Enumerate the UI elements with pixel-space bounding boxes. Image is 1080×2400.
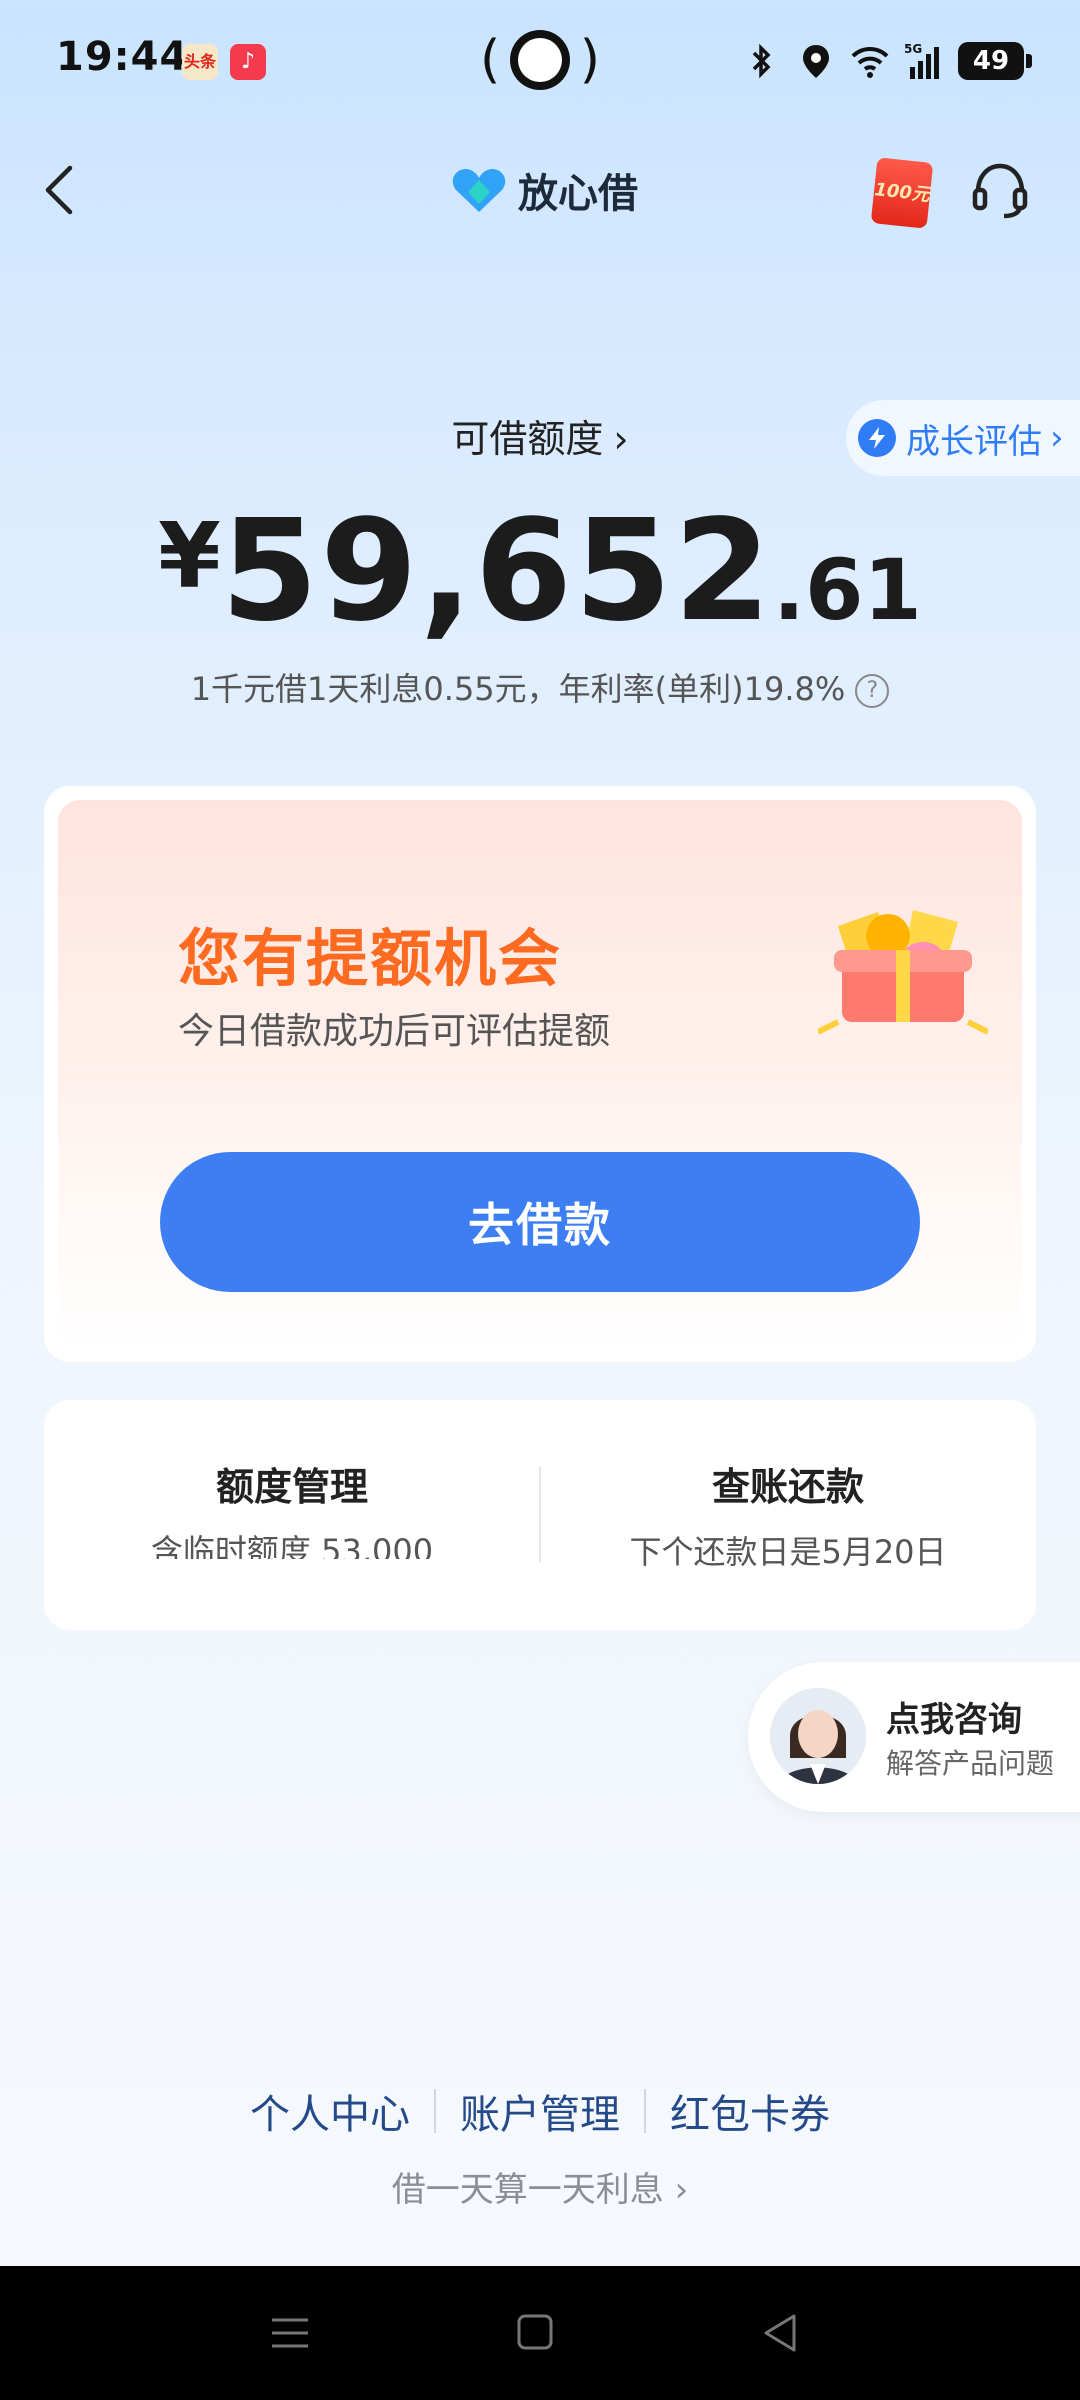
status-icons: 5G 49 bbox=[742, 36, 1032, 86]
slogan-link[interactable]: 借一天算一天利息 › bbox=[0, 2162, 1080, 2211]
consult-subtitle: 解答产品问题 bbox=[886, 1747, 1055, 1780]
menu-icon[interactable] bbox=[260, 2308, 320, 2358]
brand-logo: 放心借 bbox=[450, 160, 638, 220]
quota-amount: ¥59,652.61 bbox=[158, 490, 922, 653]
link-account-management[interactable]: 账户管理 bbox=[436, 2082, 644, 2140]
status-time: 19:44 bbox=[56, 34, 189, 80]
system-nav-bar bbox=[0, 2266, 1080, 2400]
location-icon bbox=[803, 45, 829, 78]
link-personal-center[interactable]: 个人中心 bbox=[226, 2082, 434, 2140]
interest-rate-text: 1千元借1天利息0.55元，年利率(单利)19.8%? bbox=[0, 664, 1080, 710]
promo-subtitle: 今日借款成功后可评估提额 bbox=[178, 1011, 611, 1052]
bluetooth-icon bbox=[752, 43, 771, 79]
bill-repayment-sub: 下个还款日是5月20日 bbox=[629, 1533, 947, 1571]
brand-name: 放心借 bbox=[518, 171, 638, 217]
wifi-icon bbox=[851, 46, 889, 78]
quota-management-title: 额度管理 bbox=[215, 1465, 368, 1509]
status-bar: 19:44 头条 ♪ () 5G 49 bbox=[0, 0, 1080, 124]
agent-avatar bbox=[770, 1688, 866, 1784]
music-app-icon: ♪ bbox=[230, 44, 266, 80]
toutiao-app-icon: 头条 bbox=[182, 44, 218, 80]
account-info-card: 额度管理 含临时额度 53,000 查账还款 下个还款日是5月20日 bbox=[44, 1400, 1036, 1630]
heart-logo-icon bbox=[452, 168, 506, 212]
back-icon[interactable] bbox=[750, 2308, 810, 2358]
bill-repayment-title: 查账还款 bbox=[711, 1465, 864, 1509]
customer-service-icon[interactable] bbox=[970, 160, 1030, 220]
quota-management-sub: 含临时额度 53,000 bbox=[150, 1532, 434, 1559]
home-icon[interactable] bbox=[505, 2308, 565, 2358]
camera-island: () bbox=[480, 30, 600, 90]
quota-management-entry[interactable]: 额度管理 含临时额度 53,000 bbox=[44, 1456, 540, 1559]
red-packet-icon[interactable]: 100元 bbox=[870, 157, 934, 229]
promo-card: 您有提额机会 今日借款成功后可评估提额 去借款 bbox=[44, 786, 1036, 1362]
bill-repayment-entry[interactable]: 查账还款 下个还款日是5月20日 bbox=[540, 1456, 1036, 1573]
consult-title: 点我咨询 bbox=[886, 1700, 1022, 1740]
lightning-icon bbox=[858, 419, 896, 457]
consult-bubble[interactable]: 点我咨询 解答产品问题 bbox=[748, 1662, 1080, 1812]
back-arrow-icon[interactable] bbox=[36, 160, 86, 220]
link-coupons[interactable]: 红包卡券 bbox=[646, 2082, 854, 2140]
svg-text:5G: 5G bbox=[904, 42, 922, 56]
footer-links: 个人中心 账户管理 红包卡券 bbox=[0, 2082, 1080, 2140]
growth-assessment-button[interactable]: 成长评估 › bbox=[846, 400, 1080, 476]
growth-label: 成长评估 bbox=[906, 421, 1042, 462]
borrow-button[interactable]: 去借款 bbox=[160, 1152, 920, 1292]
gift-box-icon bbox=[818, 910, 988, 1035]
signal-5g-icon: 5G bbox=[904, 42, 939, 79]
battery-icon: 49 bbox=[958, 42, 1032, 80]
help-icon[interactable]: ? bbox=[855, 674, 890, 708]
promo-title: 您有提额机会 bbox=[178, 922, 563, 995]
